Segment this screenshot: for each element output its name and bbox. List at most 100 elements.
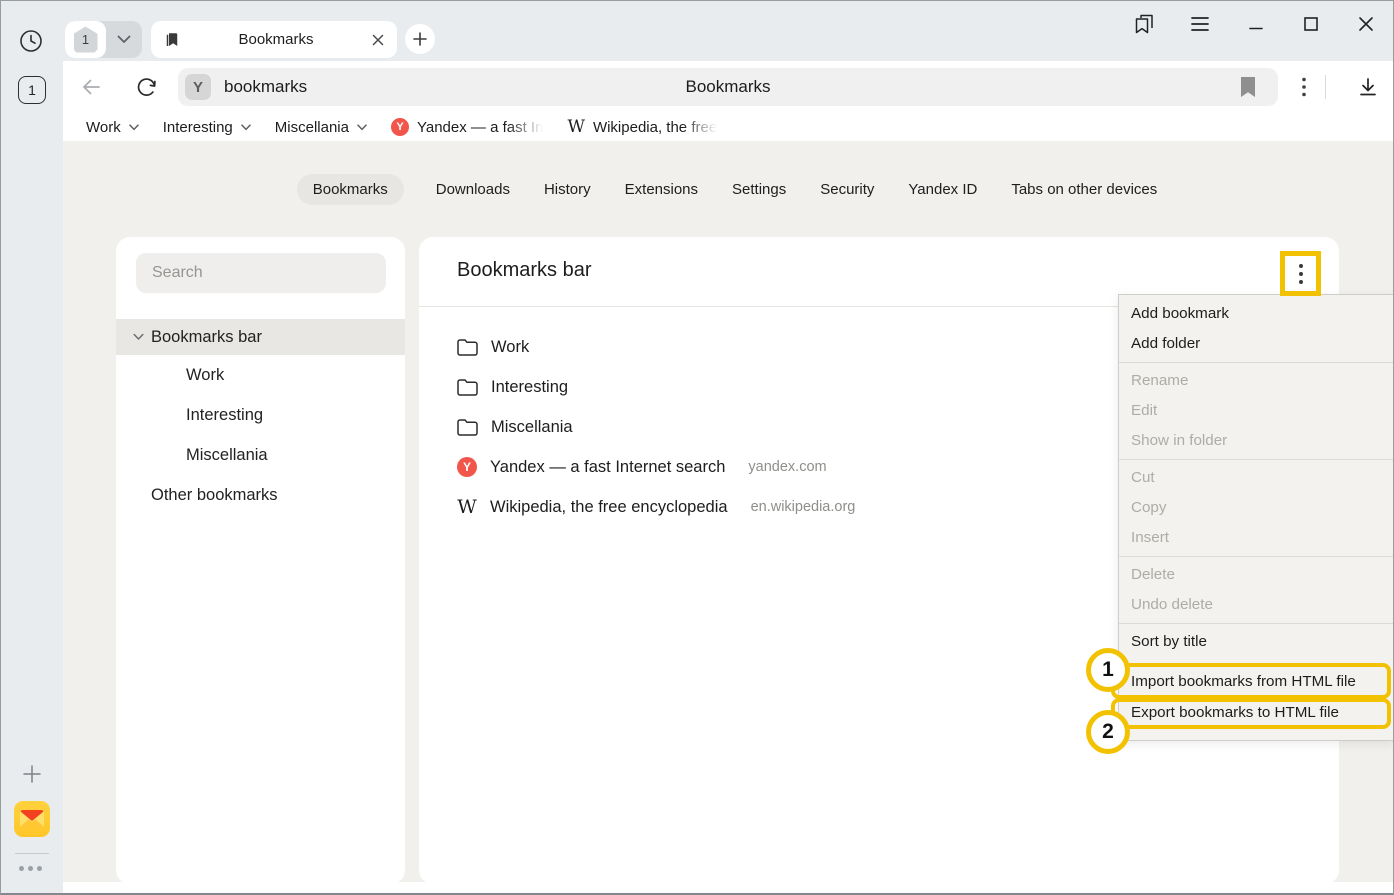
favbar-label: Interesting: [163, 119, 233, 136]
favbar-label: Miscellania: [275, 119, 349, 136]
settings-nav-tabs: Bookmarks Downloads History Extensions S…: [63, 174, 1393, 205]
favbar-label: Yandex — a fast In: [417, 119, 543, 136]
bookmark-label: Wikipedia, the free encyclopedia: [490, 498, 728, 517]
plus-icon: [21, 763, 43, 785]
page-title: Bookmarks: [178, 77, 1278, 97]
favbar-folder-work[interactable]: Work: [86, 119, 139, 136]
tab-settings[interactable]: Settings: [730, 174, 788, 205]
favbar-folder-miscellania[interactable]: Miscellania: [275, 119, 367, 136]
maximize-icon: [1302, 15, 1320, 33]
chevron-down-icon: [129, 124, 139, 131]
menu-item-add-folder[interactable]: Add folder: [1119, 329, 1394, 359]
folder-icon: [457, 418, 478, 436]
tab-extensions[interactable]: Extensions: [623, 174, 700, 205]
favbar-label: Work: [86, 119, 121, 136]
chevron-down-icon: [117, 35, 131, 44]
menu-separator: [1119, 459, 1394, 460]
bookmarks-panel-icon: [1132, 12, 1156, 36]
bookmark-label: Yandex — a fast Internet search: [490, 458, 725, 477]
bookmarks-panel-button[interactable]: [1131, 11, 1157, 37]
tab-close-icon[interactable]: [371, 33, 385, 47]
favorites-bar: Work Interesting Miscellania Y Yandex — …: [63, 113, 1393, 141]
folders-panel: Bookmarks bar Work Interesting Miscellan…: [116, 237, 405, 884]
menu-item-add-bookmark[interactable]: Add bookmark: [1119, 299, 1394, 329]
yandex-mail-button[interactable]: [14, 801, 50, 837]
highlight-panel-menu-button: [1280, 251, 1321, 296]
search-input[interactable]: [136, 253, 386, 293]
tab-yandex-id[interactable]: Yandex ID: [906, 174, 979, 205]
browser-menu-button[interactable]: [1187, 11, 1213, 37]
bookmark-url: en.wikipedia.org: [751, 499, 856, 515]
vertical-dots-icon: [1302, 77, 1306, 97]
bookmark-label: Miscellania: [491, 418, 573, 437]
favbar-folder-interesting[interactable]: Interesting: [163, 119, 251, 136]
tab-downloads[interactable]: Downloads: [434, 174, 512, 205]
mail-envelope-icon: [19, 809, 45, 829]
tree-item-label: Other bookmarks: [151, 486, 278, 505]
menu-item-copy: Copy: [1119, 493, 1394, 523]
tree-item-other-bookmarks[interactable]: Other bookmarks: [116, 475, 405, 515]
step-badge-1: 1: [1086, 648, 1130, 692]
menu-item-sort-by-title[interactable]: Sort by title: [1119, 627, 1394, 657]
browser-tab-bookmarks[interactable]: Bookmarks: [151, 21, 397, 58]
minimize-button[interactable]: [1243, 11, 1269, 37]
menu-item-show-in-folder: Show in folder: [1119, 426, 1394, 456]
favbar-bookmark-yandex[interactable]: Y Yandex — a fast In: [391, 118, 543, 136]
close-icon: [1357, 15, 1375, 33]
browser-side-strip: 1: [1, 61, 63, 894]
back-button[interactable]: [79, 75, 103, 99]
yandex-icon: Y: [391, 118, 409, 136]
tree-item-work[interactable]: Work: [116, 355, 405, 395]
sidebar-more-button[interactable]: [19, 863, 45, 873]
plus-icon: [413, 32, 427, 46]
browser-window: 1 Bookmarks: [0, 0, 1394, 895]
bookmark-url: yandex.com: [748, 459, 826, 475]
menu-item-undo-delete: Undo delete: [1119, 590, 1394, 620]
download-icon: [1356, 75, 1380, 99]
tree-item-label: Interesting: [186, 406, 263, 425]
hamburger-menu-icon: [1189, 16, 1211, 32]
history-clock-button[interactable]: [17, 27, 45, 55]
chevron-down-icon[interactable]: [133, 333, 144, 341]
tab-history[interactable]: History: [542, 174, 593, 205]
tree-item-label: Miscellania: [186, 446, 268, 465]
address-toolbar: Y bookmarks Bookmarks: [63, 61, 1393, 113]
menu-separator: [1119, 623, 1394, 624]
close-window-button[interactable]: [1353, 11, 1379, 37]
back-arrow-icon: [79, 75, 103, 99]
tab-other-devices[interactable]: Tabs on other devices: [1009, 174, 1159, 205]
folder-tree: Bookmarks bar Work Interesting Miscellan…: [116, 319, 405, 515]
tab-bookmarks[interactable]: Bookmarks: [297, 174, 404, 205]
folder-icon: [457, 338, 478, 356]
bookmark-label: Interesting: [491, 378, 568, 397]
tree-item-label: Work: [186, 366, 224, 385]
tree-item-bookmarks-bar[interactable]: Bookmarks bar: [116, 319, 405, 355]
address-bar[interactable]: Y bookmarks Bookmarks: [178, 68, 1278, 106]
bookmark-label: Work: [491, 338, 529, 357]
favbar-bookmark-wikipedia[interactable]: W Wikipedia, the free: [567, 119, 717, 136]
reload-button[interactable]: [135, 75, 159, 99]
bookmark-favicon-icon: [163, 31, 181, 49]
tab-strip: 1 Bookmarks: [1, 1, 1393, 61]
sidebar-tab-counter[interactable]: 1: [18, 76, 46, 104]
wikipedia-icon: W: [567, 119, 584, 136]
maximize-button[interactable]: [1298, 11, 1324, 37]
reload-icon: [135, 75, 159, 99]
highlight-import-item: [1111, 663, 1391, 699]
new-tab-button[interactable]: [405, 24, 435, 54]
tree-item-interesting[interactable]: Interesting: [116, 395, 405, 435]
toolbar-more-button[interactable]: [1292, 75, 1316, 99]
sidebar-add-button[interactable]: [21, 763, 43, 785]
favbar-label: Wikipedia, the free: [593, 119, 717, 136]
yandex-icon: Y: [457, 457, 477, 477]
tab-group-expand-button[interactable]: [106, 21, 142, 58]
tab-security[interactable]: Security: [818, 174, 876, 205]
menu-separator: [1119, 556, 1394, 557]
bookmark-saved-icon[interactable]: [1238, 76, 1258, 98]
tree-item-miscellania[interactable]: Miscellania: [116, 435, 405, 475]
panel-title: Bookmarks bar: [457, 259, 592, 282]
tab-group-count[interactable]: 1: [65, 21, 106, 58]
tab-group-control[interactable]: 1: [65, 21, 142, 58]
downloads-button[interactable]: [1355, 75, 1381, 99]
minimize-icon: [1247, 15, 1265, 33]
